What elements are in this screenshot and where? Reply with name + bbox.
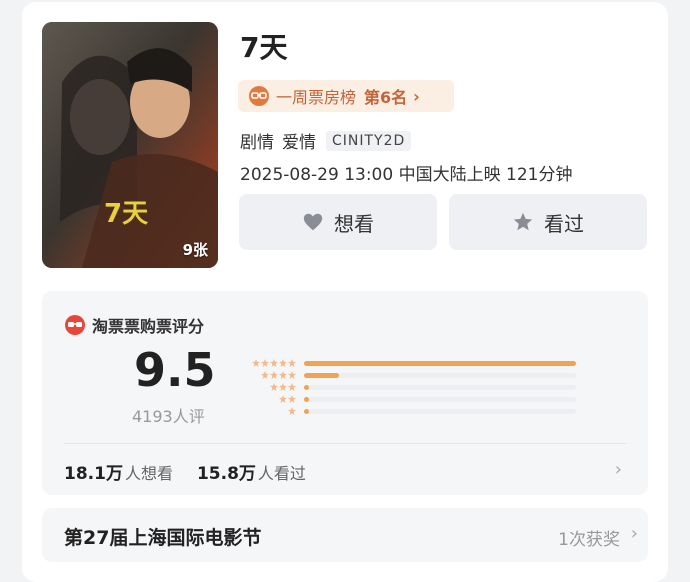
small-star-icon (288, 383, 296, 391)
rating-bar-fill (304, 384, 309, 390)
rating-bar-fill (304, 372, 339, 378)
rating-distribution (238, 357, 576, 417)
rating-bar (304, 384, 576, 390)
small-star-icon (270, 383, 278, 391)
want-suffix: 人想看 (124, 464, 173, 483)
poster-image: 7天 (42, 22, 218, 268)
chevron-right-icon: › (630, 523, 638, 544)
small-star-icon (270, 371, 278, 379)
small-star-icon (270, 359, 278, 367)
rating-bar-fill (304, 360, 576, 366)
format-badge: CINITY2D (326, 130, 412, 151)
divider (64, 443, 626, 444)
seen-button[interactable]: 看过 (449, 194, 647, 250)
small-star-icon (288, 371, 296, 379)
small-star-icon (252, 359, 260, 367)
star-group (238, 407, 296, 415)
release-info: 2025-08-29 13:00 中国大陆上映 121分钟 (240, 165, 573, 185)
rating-bar (304, 372, 576, 378)
rank-position: 第6名 (364, 88, 408, 107)
poster-photo-count[interactable]: 9张 (183, 239, 208, 260)
rating-row-4-star (238, 369, 576, 381)
small-star-icon (279, 395, 287, 403)
rating-row-2-star (238, 393, 576, 405)
seen-label: 看过 (544, 211, 584, 236)
box-office-rank-badge[interactable]: 一周票房榜 第6名 › (238, 80, 454, 112)
rating-votes: 4193人评 (132, 407, 205, 426)
rating-bar (304, 360, 576, 366)
heart-icon (303, 213, 323, 231)
small-star-icon (288, 359, 296, 367)
rating-bar (304, 396, 576, 402)
taopiaopiao-logo-icon (65, 315, 85, 335)
small-star-icon (279, 359, 287, 367)
small-star-icon (261, 359, 269, 367)
star-group (238, 359, 296, 367)
chevron-right-icon: › (413, 86, 420, 106)
small-star-icon (279, 383, 287, 391)
want-label: 想看 (334, 211, 374, 236)
genre-row: 剧情 爱情 CINITY2D (240, 128, 419, 153)
genre-tag: 爱情 (282, 133, 316, 153)
seen-count: 15.8万 (196, 464, 256, 484)
rating-bar-fill (304, 408, 309, 414)
movie-title: 7天 (240, 31, 288, 64)
movie-card: 7天 9张 7天 一周票房榜 第6名 › 剧情 爱情 CINITY2D 2025… (22, 2, 668, 582)
festival-title: 第27届上海国际电影节 (64, 527, 262, 549)
small-star-icon (279, 371, 287, 379)
star-group (238, 383, 296, 391)
rating-bar-fill (304, 396, 309, 402)
rating-source: 淘票票购票评分 (64, 313, 204, 337)
genre-tag: 剧情 (240, 133, 274, 153)
glasses-logo-icon (249, 86, 269, 106)
movie-poster[interactable]: 7天 9张 (42, 22, 218, 268)
small-star-icon (261, 371, 269, 379)
want-to-see-button[interactable]: 想看 (239, 194, 437, 250)
chevron-right-icon[interactable]: › (615, 459, 622, 480)
rating-score: 9.5 (134, 343, 216, 397)
want-count: 18.1万 (64, 464, 123, 484)
poster-title: 7天 (104, 199, 148, 229)
rank-prefix: 一周票房榜 (276, 88, 357, 107)
small-star-icon (288, 395, 296, 403)
rating-source-label: 淘票票购票评分 (92, 317, 205, 336)
seen-suffix: 人看过 (257, 464, 306, 483)
rating-panel: 淘票票购票评分 9.5 4193人评 18.1万 人想看 15.8万 人看过 › (42, 291, 648, 495)
audience-stats[interactable]: 18.1万 人想看 15.8万 人看过 (64, 459, 306, 484)
rating-bar (304, 408, 576, 414)
star-icon (513, 212, 533, 231)
festival-row[interactable]: 第27届上海国际电影节 1次获奖 › (42, 508, 648, 562)
rating-row-5-star (238, 357, 576, 369)
rating-row-3-star (238, 381, 576, 393)
star-group (238, 395, 296, 403)
small-star-icon (288, 407, 296, 415)
star-group (238, 371, 296, 379)
festival-awards: 1次获奖 (558, 530, 620, 550)
rating-row-1-star (238, 405, 576, 417)
